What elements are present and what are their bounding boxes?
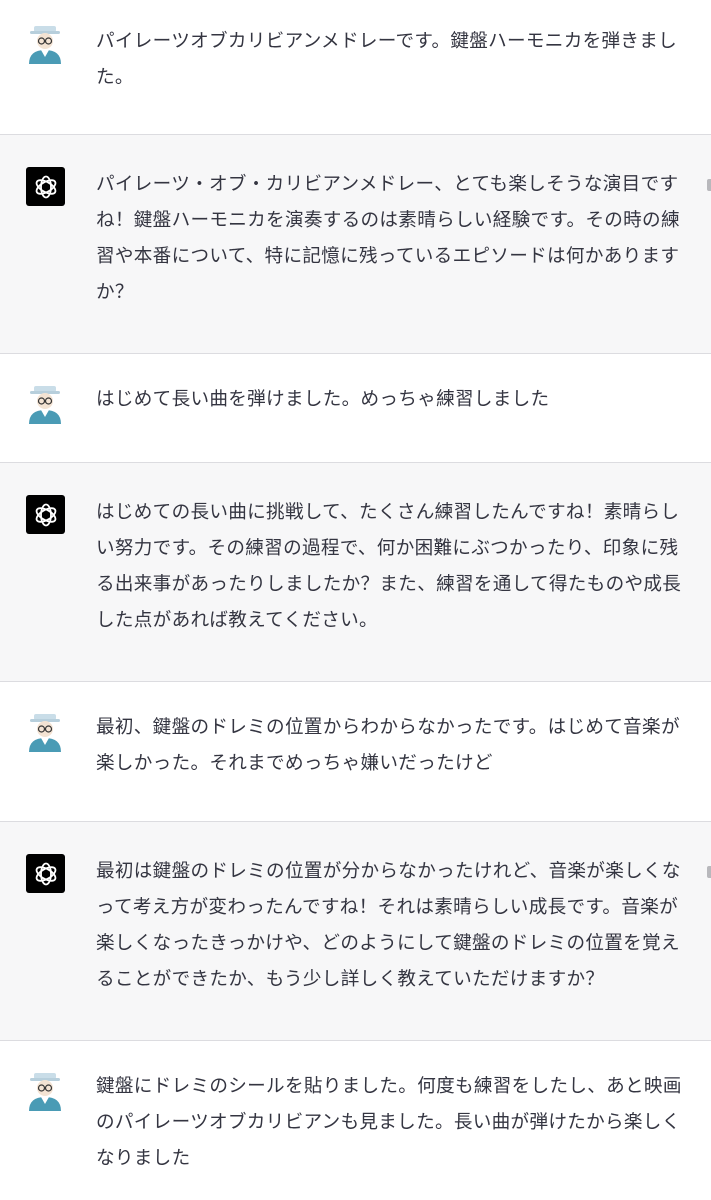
user-avatar-icon bbox=[26, 384, 64, 424]
message-assistant: はじめての長い曲に挑戦して、たくさん練習したんですね！素晴らしい努力です。その練… bbox=[0, 462, 711, 681]
user-avatar-icon bbox=[26, 24, 64, 64]
message-text: 最初、鍵盤のドレミの位置からわからなかったです。はじめて音楽が楽しかった。それま… bbox=[96, 717, 680, 774]
message-text: パイレーツ・オブ・カリビアンメドレー、とても楽しそうな演目ですね！鍵盤ハーモニカ… bbox=[96, 174, 680, 303]
message-user: 鍵盤にドレミのシールを貼りました。何度も練習をしたし、あと映画のパイレーツオブカ… bbox=[0, 1040, 711, 1200]
chatgpt-logo-icon bbox=[26, 495, 65, 534]
chatgpt-logo-icon bbox=[26, 167, 65, 206]
message-text: はじめての長い曲に挑戦して、たくさん練習したんですね！素晴らしい努力です。その練… bbox=[96, 502, 682, 631]
message-assistant: 最初は鍵盤のドレミの位置が分からなかったけれど、音楽が楽しくなって考え方が変わっ… bbox=[0, 821, 711, 1040]
message-user: はじめて長い曲を弾けました。めっちゃ練習しました bbox=[0, 353, 711, 462]
user-avatar-icon bbox=[26, 712, 64, 752]
scroll-edge-indicator bbox=[707, 866, 711, 878]
message-text: はじめて長い曲を弾けました。めっちゃ練習しました bbox=[96, 389, 550, 410]
message-text: パイレーツオブカリビアンメドレーです。鍵盤ハーモニカを弾きました。 bbox=[96, 31, 678, 88]
message-text: 鍵盤にドレミのシールを貼りました。何度も練習をしたし、あと映画のパイレーツオブカ… bbox=[96, 1076, 682, 1169]
message-user: パイレーツオブカリビアンメドレーです。鍵盤ハーモニカを弾きました。 bbox=[0, 0, 711, 134]
message-text: 最初は鍵盤のドレミの位置が分からなかったけれど、音楽が楽しくなって考え方が変わっ… bbox=[96, 861, 681, 990]
conversation-thread: パイレーツオブカリビアンメドレーです。鍵盤ハーモニカを弾きました。 パイレーツ・… bbox=[0, 0, 711, 1200]
message-user: 最初、鍵盤のドレミの位置からわからなかったです。はじめて音楽が楽しかった。それま… bbox=[0, 681, 711, 821]
scroll-edge-indicator bbox=[707, 179, 711, 191]
chatgpt-logo-icon bbox=[26, 854, 65, 893]
message-assistant: パイレーツ・オブ・カリビアンメドレー、とても楽しそうな演目ですね！鍵盤ハーモニカ… bbox=[0, 134, 711, 353]
user-avatar-icon bbox=[26, 1071, 64, 1111]
